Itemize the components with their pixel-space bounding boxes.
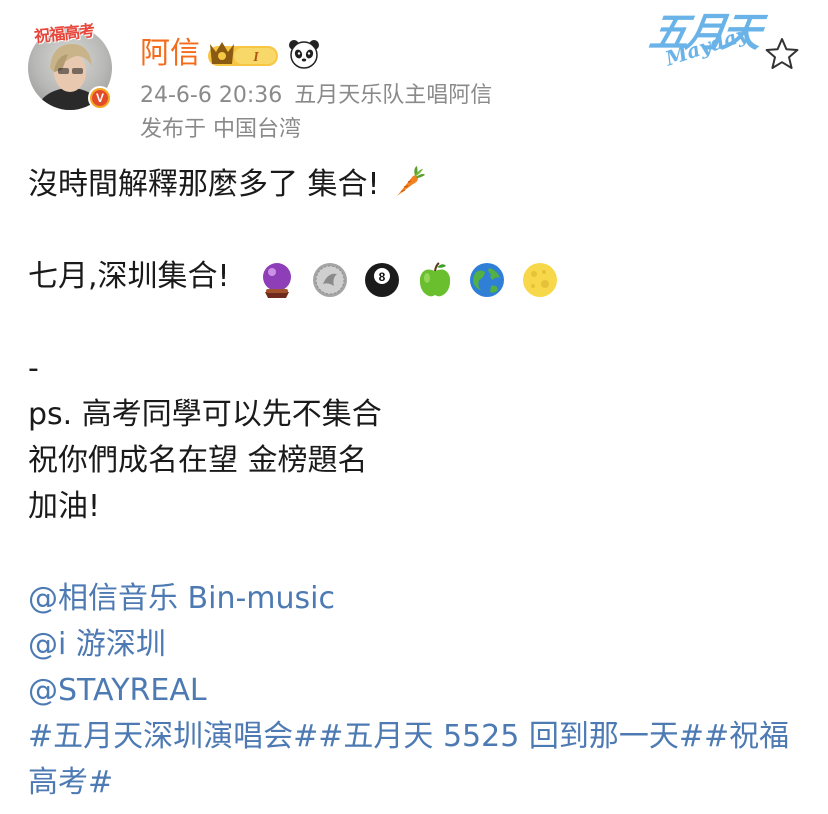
mention-i-shenzhen[interactable]: @i 游深圳 bbox=[28, 627, 166, 662]
post-line: 沒時間解釋那麼多了 集合! bbox=[28, 162, 427, 208]
full-moon-icon bbox=[522, 263, 557, 297]
avatar-frame: 祝福高考 bbox=[26, 18, 116, 48]
post-text: 沒時間解釋那麼多了 集合! bbox=[28, 167, 380, 202]
verified-mark: V bbox=[95, 91, 104, 105]
weibo-post: 祝福高考 V 阿信 I 24-6-6 20:36 五月天乐队主唱阿信 发布于 中国… bbox=[0, 0, 828, 814]
crystal-ball-icon bbox=[263, 263, 292, 298]
post-line: 祝你們成名在望 金榜題名 bbox=[28, 443, 368, 478]
verified-badge-icon: V bbox=[88, 86, 112, 110]
svg-text:8: 8 bbox=[379, 270, 386, 284]
mention-bin-music[interactable]: @相信音乐 Bin-music bbox=[28, 581, 335, 616]
star-favorite-icon[interactable] bbox=[764, 36, 800, 72]
post-line: 七月,深圳集合! 8 bbox=[28, 254, 563, 306]
post-line: 加油! bbox=[28, 489, 101, 524]
hashtag-line: 高考# bbox=[28, 760, 113, 806]
avatar-container[interactable]: 祝福高考 V bbox=[26, 18, 116, 110]
post-line: ps. 高考同學可以先不集合 bbox=[28, 397, 382, 432]
author-bio: 五月天乐队主唱阿信 bbox=[294, 83, 493, 108]
carrot-emoji-icon bbox=[397, 166, 426, 196]
post-location: 发布于 中国台湾 bbox=[140, 117, 301, 142]
username[interactable]: 阿信 bbox=[140, 36, 200, 72]
mention-link: @i 游深圳 bbox=[28, 622, 166, 668]
hashtag-links-cont[interactable]: 高考# bbox=[28, 765, 113, 800]
avatar-frame-label: 祝福高考 bbox=[33, 20, 96, 47]
emoji-row: 8 bbox=[257, 260, 563, 306]
eight-ball-icon: 8 bbox=[365, 263, 400, 297]
panda-icon[interactable] bbox=[288, 38, 320, 70]
post-timestamp[interactable]: 24-6-6 20:36 bbox=[140, 83, 282, 108]
post-meta: 24-6-6 20:36 五月天乐队主唱阿信 bbox=[140, 82, 492, 110]
hashtag-line: #五月天深圳演唱会##五月天 5525 回到那一天##祝福 bbox=[28, 714, 789, 760]
post-text: 七月,深圳集合! bbox=[28, 259, 230, 294]
vip-badge-icon[interactable]: I bbox=[208, 40, 280, 68]
post-line: - bbox=[28, 351, 39, 386]
mention-link: @STAYREAL bbox=[28, 668, 207, 714]
coin-icon bbox=[312, 263, 347, 297]
mention-stayreal[interactable]: @STAYREAL bbox=[28, 673, 207, 708]
mayday-logo[interactable]: 五月天 Mayday bbox=[646, 0, 772, 71]
green-apple-icon bbox=[419, 262, 450, 297]
mention-link: @相信音乐 Bin-music bbox=[28, 576, 335, 622]
globe-icon bbox=[470, 263, 505, 297]
hashtag-links[interactable]: #五月天深圳演唱会##五月天 5525 回到那一天##祝福 bbox=[28, 719, 789, 754]
vip-level: I bbox=[252, 50, 259, 65]
